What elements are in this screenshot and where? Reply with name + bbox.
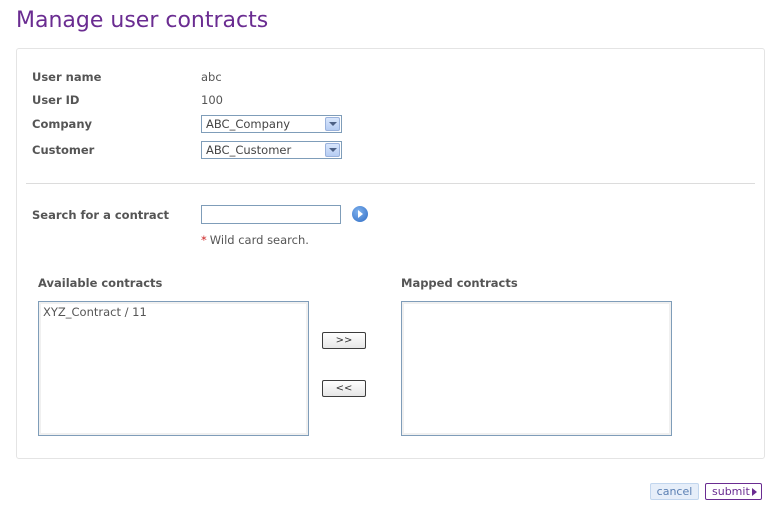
user-name-value: abc — [201, 70, 222, 84]
list-item[interactable]: XYZ_Contract / 11 — [39, 302, 308, 319]
user-name-label: User name — [32, 70, 102, 84]
wildcard-hint-text: Wild card search. — [209, 233, 309, 247]
go-arrow-icon[interactable] — [352, 206, 368, 222]
submit-button[interactable]: submit — [705, 483, 762, 500]
add-contract-button[interactable]: >> — [322, 332, 366, 349]
available-contracts-list[interactable]: XYZ_Contract / 11 — [38, 301, 309, 436]
user-id-value: 100 — [201, 93, 223, 107]
wildcard-hint: * Wild card search. — [201, 233, 309, 247]
chevron-down-icon[interactable] — [325, 117, 340, 131]
required-asterisk: * — [201, 233, 207, 247]
page-title: Manage user contracts — [16, 8, 269, 33]
contract-search-input[interactable] — [201, 205, 341, 224]
search-label: Search for a contract — [32, 208, 170, 222]
user-id-label: User ID — [32, 93, 80, 107]
available-contracts-label: Available contracts — [38, 276, 163, 290]
cancel-button[interactable]: cancel — [650, 483, 699, 500]
play-arrow-icon — [752, 488, 757, 496]
company-label: Company — [32, 117, 92, 131]
customer-select[interactable]: ABC_Customer — [201, 141, 342, 159]
mapped-contracts-label: Mapped contracts — [401, 276, 518, 290]
company-select-value: ABC_Company — [206, 117, 291, 131]
customer-select-value: ABC_Customer — [206, 143, 292, 157]
company-select[interactable]: ABC_Company — [201, 115, 342, 133]
section-divider — [26, 183, 755, 184]
submit-label: submit — [712, 485, 750, 498]
customer-label: Customer — [32, 143, 95, 157]
chevron-down-icon[interactable] — [325, 143, 340, 157]
remove-contract-button[interactable]: << — [322, 380, 366, 397]
mapped-contracts-list[interactable] — [401, 301, 672, 436]
